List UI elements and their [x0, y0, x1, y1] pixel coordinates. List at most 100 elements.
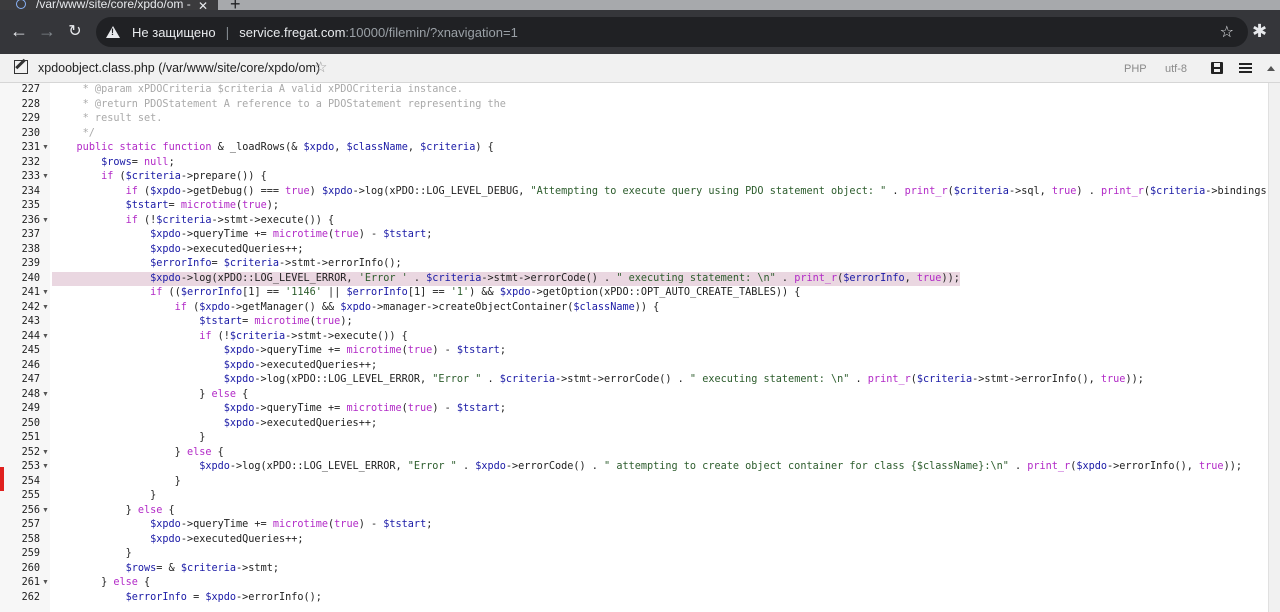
- code-line[interactable]: 236 ▼ if (!$criteria->stmt->execute()) {: [0, 214, 1268, 229]
- line-number: 235: [21, 200, 40, 211]
- code-line[interactable]: 229 * result set.: [0, 112, 1268, 127]
- browser-tab[interactable]: /var/www/site/core/xpdo/om - ✕: [0, 0, 218, 10]
- fold-arrow-icon[interactable]: ▼: [42, 460, 49, 475]
- language-mode[interactable]: PHP: [1124, 63, 1147, 75]
- warning-icon[interactable]: [106, 26, 120, 38]
- line-number: 233: [21, 171, 40, 182]
- security-status[interactable]: Не защищено: [132, 25, 216, 40]
- code-text: $xpdo->queryTime += microtime(true) - $t…: [223, 345, 506, 356]
- code-line[interactable]: 255 }: [0, 489, 1268, 504]
- line-number: 259: [21, 548, 40, 559]
- code-line[interactable]: 244 ▼ if (!$criteria->stmt->execute()) {: [0, 330, 1268, 345]
- code-line[interactable]: 238 $xpdo->executedQueries++;: [0, 243, 1268, 258]
- code-text: if (!$criteria->stmt->execute()) {: [199, 330, 408, 342]
- code-text: if (!$criteria->stmt->execute()) {: [125, 214, 335, 226]
- fold-arrow-icon[interactable]: ▼: [42, 286, 49, 301]
- fold-arrow-icon[interactable]: ▼: [42, 301, 49, 316]
- fold-arrow-icon[interactable]: ▼: [42, 388, 49, 403]
- back-icon[interactable]: ←: [6, 18, 32, 44]
- code-line[interactable]: 235 $tstart= microtime(true);: [0, 199, 1268, 214]
- code-text: }: [52, 548, 132, 559]
- url-path: :10000/filemin/?xnavigation=1: [345, 24, 518, 40]
- code-line[interactable]: 237 $xpdo->queryTime += microtime(true) …: [0, 228, 1268, 243]
- code-text: if ($criteria->prepare()) {: [101, 171, 267, 182]
- line-number: 261: [21, 577, 40, 588]
- new-tab-icon[interactable]: +: [230, 0, 241, 10]
- code-line[interactable]: 249 $xpdo->queryTime += microtime(true) …: [0, 402, 1268, 417]
- code-line[interactable]: 242 ▼ if ($xpdo->getManager() && $xpdo->m…: [0, 301, 1268, 316]
- code-line[interactable]: 257 $xpdo->queryTime += microtime(true) …: [0, 518, 1268, 533]
- line-number: 253: [21, 461, 40, 472]
- code-line[interactable]: 241 ▼ if (($errorInfo[1] == '1146' || $er…: [0, 286, 1268, 301]
- line-number: 229: [21, 113, 40, 124]
- favorite-star-icon[interactable]: ☆: [314, 58, 327, 76]
- browser-toolbar: ← → ↻ Не защищено | service.fregat.com :…: [0, 10, 1280, 54]
- code-text: }: [52, 490, 157, 501]
- forward-icon[interactable]: →: [34, 18, 60, 44]
- code-text: $xpdo->queryTime += microtime(true) - $t…: [150, 229, 433, 240]
- code-line[interactable]: 251 }: [0, 431, 1268, 446]
- line-number: 249: [21, 403, 40, 414]
- code-text: $xpdo->executedQueries++;: [150, 533, 304, 545]
- code-line[interactable]: 239 $errorInfo= $criteria->stmt->errorIn…: [0, 257, 1268, 272]
- file-title: xpdoobject.class.php (/var/www/site/core…: [38, 61, 321, 75]
- fold-arrow-icon[interactable]: ▼: [42, 446, 49, 461]
- code-line[interactable]: 261 ▼ } else {: [0, 576, 1268, 591]
- code-line[interactable]: 232 $rows= null;: [0, 156, 1268, 171]
- fold-arrow-icon[interactable]: ▼: [42, 170, 49, 185]
- code-text: $xpdo->log(xPDO::LOG_LEVEL_ERROR, "Error…: [199, 461, 1242, 472]
- code-line[interactable]: 253 ▼ $xpdo->log(xPDO::LOG_LEVEL_ERROR, "…: [0, 460, 1268, 475]
- code-line[interactable]: 247 $xpdo->log(xPDO::LOG_LEVEL_ERROR, "E…: [0, 373, 1268, 388]
- code-line[interactable]: 258 $xpdo->executedQueries++;: [0, 533, 1268, 548]
- scroll-up-arrow-icon[interactable]: [1267, 66, 1275, 71]
- code-line[interactable]: 240 $xpdo->log(xPDO::LOG_LEVEL_ERROR, 'E…: [0, 271, 1268, 286]
- reload-icon[interactable]: ↻: [62, 18, 88, 44]
- fold-arrow-icon[interactable]: ▼: [42, 141, 49, 156]
- code-line[interactable]: 233 ▼ if ($criteria->prepare()) {: [0, 170, 1268, 185]
- code-line[interactable]: 246 $xpdo->executedQueries++;: [0, 359, 1268, 374]
- code-text: } else {: [52, 388, 249, 400]
- separator: |: [225, 24, 230, 40]
- code-line[interactable]: 230 */: [0, 127, 1268, 142]
- bookmark-star-icon[interactable]: ☆: [1220, 22, 1234, 42]
- address-bar[interactable]: Не защищено | service.fregat.com :10000/…: [96, 17, 1248, 47]
- fold-arrow-icon[interactable]: ▼: [42, 576, 49, 591]
- code-text: $tstart= microtime(true);: [125, 200, 279, 211]
- line-number: 248: [21, 388, 40, 400]
- fold-arrow-icon[interactable]: ▼: [42, 330, 49, 345]
- extensions-icon[interactable]: ✱: [1252, 21, 1267, 42]
- code-line[interactable]: 252 ▼ } else {: [0, 446, 1268, 461]
- close-tab-icon[interactable]: ✕: [198, 0, 208, 10]
- menu-icon[interactable]: [1239, 63, 1252, 73]
- code-line[interactable]: 260 $rows= & $criteria->stmt;: [0, 562, 1268, 577]
- code-editor[interactable]: 227 * @param xPDOCriteria $criteria A va…: [0, 83, 1268, 612]
- code-line[interactable]: 250 $xpdo->executedQueries++;: [0, 417, 1268, 432]
- code-line[interactable]: 231 ▼ public static function & _loadRows(…: [0, 141, 1268, 156]
- globe-icon: [16, 0, 26, 9]
- editor-header: xpdoobject.class.php (/var/www/site/core…: [0, 54, 1280, 83]
- tab-strip: /var/www/site/core/xpdo/om - ✕ +: [0, 0, 1280, 10]
- code-line[interactable]: 256 ▼ } else {: [0, 504, 1268, 519]
- line-number: 231: [21, 142, 40, 153]
- code-line[interactable]: 254 }: [0, 475, 1268, 490]
- code-line[interactable]: 259 }: [0, 547, 1268, 562]
- line-number: 258: [21, 533, 40, 545]
- code-line[interactable]: 248 ▼ } else {: [0, 388, 1268, 403]
- fold-arrow-icon[interactable]: ▼: [42, 214, 49, 229]
- code-line[interactable]: 228 * @return PDOStatement A reference t…: [0, 98, 1268, 113]
- code-line[interactable]: 245 $xpdo->queryTime += microtime(true) …: [0, 344, 1268, 359]
- code-line[interactable]: 262 $errorInfo = $xpdo->errorInfo();: [0, 591, 1268, 606]
- code-line[interactable]: 234 if ($xpdo->getDebug() === true) $xpd…: [0, 185, 1268, 200]
- save-icon[interactable]: [1211, 62, 1223, 74]
- line-number: 254: [21, 475, 40, 487]
- fold-arrow-icon[interactable]: ▼: [42, 504, 49, 519]
- code-line[interactable]: 227 * @param xPDOCriteria $criteria A va…: [0, 83, 1268, 98]
- code-text: * @param xPDOCriteria $criteria A valid …: [52, 84, 463, 95]
- code-line[interactable]: 243 $tstart= microtime(true);: [0, 315, 1268, 330]
- error-marker: [0, 467, 4, 491]
- vertical-scrollbar[interactable]: [1268, 83, 1280, 612]
- encoding-label[interactable]: utf-8: [1165, 63, 1187, 75]
- code-text: public static function & _loadRows(& $xp…: [76, 142, 494, 153]
- code-text: $xpdo->queryTime += microtime(true) - $t…: [223, 403, 506, 414]
- code-text: * result set.: [52, 113, 163, 124]
